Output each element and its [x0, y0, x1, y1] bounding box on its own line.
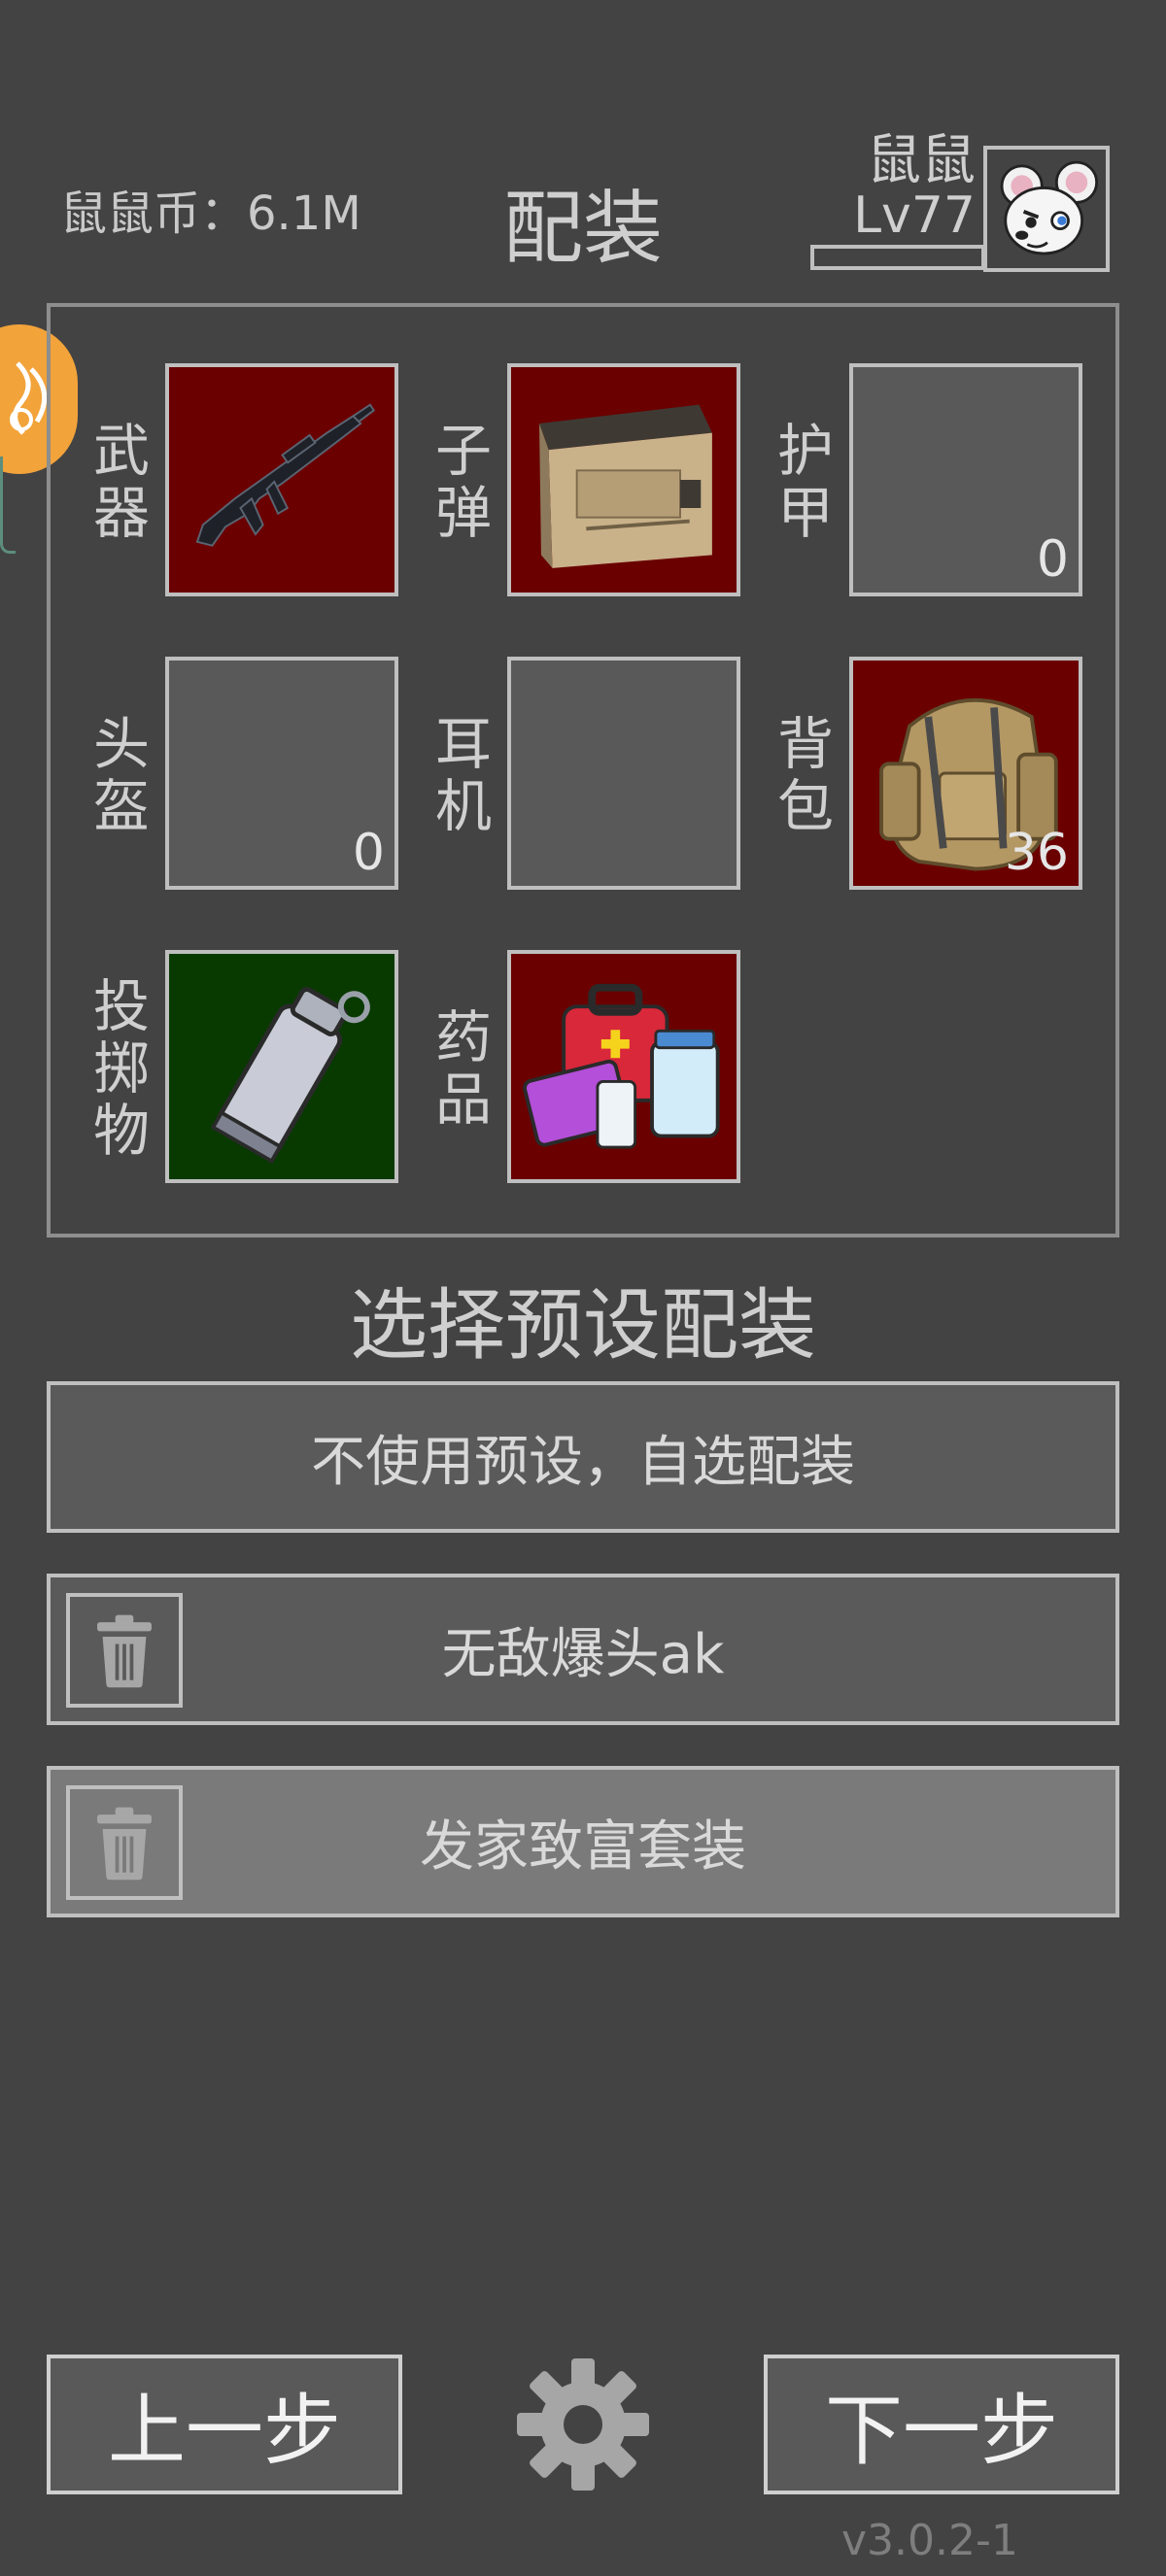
delete-preset-button[interactable]	[66, 1785, 183, 1900]
preset-label: 发家致富套装	[420, 1814, 746, 1879]
slot-count: 0	[1036, 530, 1069, 589]
trash-icon	[97, 1614, 152, 1688]
slot-label-throwable: 投掷物	[92, 973, 150, 1164]
preset-custom-button[interactable]: 不使用预设，自选配装	[47, 1381, 1119, 1533]
player-level: Lv77	[853, 186, 976, 245]
version-label: v3.0.2-1	[841, 2516, 1018, 2565]
slot-label-medicine: 药品	[434, 1004, 492, 1133]
slot-label-helmet: 头盔	[92, 711, 150, 839]
slot-throwable[interactable]	[165, 950, 398, 1183]
slot-label-armor: 护甲	[776, 418, 834, 546]
rifle-icon	[195, 403, 376, 547]
slot-label-weapon: 武器	[92, 418, 150, 546]
gear-icon	[517, 2358, 649, 2491]
slot-ammo[interactable]	[507, 363, 740, 596]
slot-medicine[interactable]	[507, 950, 740, 1183]
delete-preset-button[interactable]	[66, 1593, 183, 1708]
preset-item[interactable]: 发家致富套装	[47, 1766, 1119, 1917]
slot-armor[interactable]: 0	[849, 363, 1082, 596]
side-panel-edge	[0, 457, 16, 554]
mouse-avatar-icon	[1000, 160, 1099, 255]
trash-icon	[97, 1807, 152, 1881]
settings-button[interactable]	[513, 2355, 653, 2494]
slot-label-headset: 耳机	[434, 711, 492, 839]
player-name: 鼠鼠	[867, 129, 976, 192]
preset-item[interactable]: 无敌爆头ak	[47, 1574, 1119, 1725]
avatar[interactable]	[983, 146, 1110, 272]
slot-label-ammo: 子弹	[434, 418, 492, 546]
slot-count: 0	[352, 824, 385, 882]
prev-step-button[interactable]: 上一步	[47, 2355, 402, 2494]
medkit-icon	[523, 983, 720, 1149]
next-step-button[interactable]: 下一步	[764, 2355, 1119, 2494]
xp-progress-bar	[810, 245, 985, 270]
slot-label-backpack: 背包	[776, 711, 834, 839]
preset-label: 无敌爆头ak	[441, 1622, 725, 1686]
slot-backpack[interactable]: 36	[849, 657, 1082, 890]
slot-helmet[interactable]: 0	[165, 657, 398, 890]
ammo-box-icon	[539, 404, 712, 568]
grenade-icon	[210, 987, 370, 1165]
slot-weapon[interactable]	[165, 363, 398, 596]
loadout-panel: 武器 子弹 护甲 0 头盔 0 耳机 背包 36 投 掷 物 药 品	[47, 303, 1119, 1237]
slot-headset[interactable]	[507, 657, 740, 890]
preset-heading: 选择预设配装	[350, 1280, 816, 1371]
preset-label: 不使用预设，自选配装	[311, 1430, 855, 1494]
slot-count: 36	[1004, 824, 1069, 882]
